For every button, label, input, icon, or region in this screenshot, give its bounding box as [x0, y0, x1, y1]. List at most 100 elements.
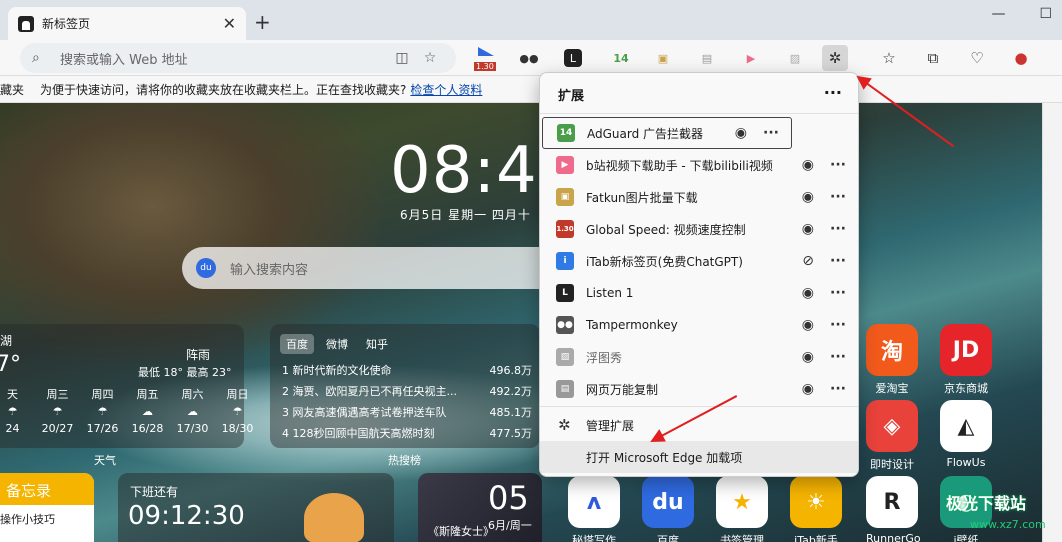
- app-mita[interactable]: ʌ秘塔写作猫: [568, 476, 620, 542]
- menu-more-button[interactable]: ···: [824, 83, 842, 102]
- performance-icon[interactable]: ♡: [964, 45, 990, 71]
- extension-item[interactable]: ▨ 浮图秀 ◉ ···: [542, 341, 858, 373]
- fatkun-toolbar-icon[interactable]: ▣: [650, 45, 676, 71]
- eye-icon[interactable]: ◉: [735, 125, 747, 141]
- weather-condition: 阵雨: [186, 348, 211, 362]
- more-options-button[interactable]: ···: [830, 381, 846, 397]
- extension-item[interactable]: ▤ 网页万能复制 ◉ ···: [542, 373, 858, 405]
- tab-title: 新标签页: [42, 17, 91, 31]
- eye-icon[interactable]: ◉: [802, 317, 814, 333]
- tab-strip: 新标签页 ✕ + — ☐: [0, 0, 1062, 40]
- extension-item[interactable]: ▣ Fatkun图片批量下载 ◉ ···: [542, 181, 858, 213]
- more-options-button[interactable]: ···: [830, 189, 846, 205]
- forecast-day: 周五 ☁ 16/28: [125, 386, 170, 437]
- favorites-icon[interactable]: ☆: [876, 45, 902, 71]
- extension-icon: ▨: [556, 348, 574, 366]
- more-options-button[interactable]: ···: [830, 157, 846, 173]
- app-itab-guide[interactable]: ☀iTab新手引导: [790, 476, 842, 542]
- maximize-button[interactable]: ☐: [1039, 6, 1052, 22]
- movie-week: 6月/周一: [488, 519, 532, 532]
- extension-name: Tampermonkey: [586, 318, 678, 332]
- list-item[interactable]: 4 128秒回顾中国航天高燃时刻 477.5万: [282, 423, 532, 444]
- tampermonkey-toolbar-icon[interactable]: ●●: [516, 45, 542, 71]
- manage-extensions-label: 管理扩展: [586, 418, 635, 433]
- tab-weibo[interactable]: 微博: [320, 334, 354, 354]
- eye-icon[interactable]: ◉: [802, 157, 814, 173]
- eye-icon[interactable]: ◉: [802, 285, 814, 301]
- mita-icon: ʌ: [568, 476, 620, 528]
- app-jishi[interactable]: ◈ 即时设计: [866, 400, 918, 472]
- new-tab-button[interactable]: +: [254, 10, 271, 34]
- rain-icon: ☂: [232, 405, 243, 418]
- copy-toolbar-icon[interactable]: ▤: [694, 45, 720, 71]
- app-runnergo[interactable]: R RunnerGo: [866, 476, 921, 542]
- extension-item[interactable]: L Listen 1 ◉ ···: [542, 277, 858, 309]
- movie-title: 《斯隆女士》: [428, 525, 494, 538]
- app-taobao[interactable]: 淘爱淘宝: [866, 324, 918, 396]
- extension-item[interactable]: i iTab新标签页(免费ChatGPT) ⊘ ···: [542, 245, 858, 277]
- extension-item[interactable]: ▶ b站视频下载助手 - 下载bilibili视频 ◉ ···: [542, 149, 858, 181]
- baidu-logo-icon[interactable]: du: [196, 258, 216, 278]
- check-profile-link[interactable]: 检查个人资料: [410, 81, 482, 98]
- adguard-toolbar-icon[interactable]: 14: [608, 45, 634, 71]
- app-baidu[interactable]: du 百度: [642, 476, 694, 542]
- more-options-button[interactable]: ···: [830, 253, 846, 269]
- favbar-label: 藏夹: [0, 82, 25, 97]
- app-jd[interactable]: JD 京东商城: [940, 324, 992, 396]
- listen1-toolbar-icon[interactable]: L: [564, 49, 582, 67]
- more-options-button[interactable]: ···: [830, 317, 846, 333]
- memo-title: 备忘录: [0, 473, 94, 505]
- extension-name: b站视频下载助手 - 下载bilibili视频: [586, 158, 773, 173]
- favorite-star-icon[interactable]: ☆: [416, 50, 444, 66]
- more-options-button[interactable]: ···: [763, 125, 779, 141]
- extension-item[interactable]: 14 AdGuard 广告拦截器 ◉ ···: [542, 117, 792, 149]
- tab-zhihu[interactable]: 知乎: [360, 334, 394, 354]
- close-icon[interactable]: ✕: [223, 14, 236, 33]
- speed-badge: 1.30: [474, 62, 496, 71]
- app-flowus[interactable]: ◭ FlowUs: [940, 400, 992, 469]
- watermark-logo: 极光下载站: [946, 494, 1027, 513]
- cat-illustration-icon: [304, 493, 364, 542]
- side-scrollbar[interactable]: [1042, 103, 1062, 542]
- search-icon: ⌕: [32, 50, 40, 66]
- more-options-button[interactable]: ···: [830, 349, 846, 365]
- profile-avatar-icon[interactable]: ●: [1008, 45, 1034, 71]
- image-toolbar-icon[interactable]: ▨: [782, 45, 808, 71]
- open-addons-item[interactable]: 打开 Microsoft Edge 加载项: [540, 441, 858, 473]
- app-bookmark[interactable]: ★ 书签管理: [716, 476, 768, 542]
- list-item[interactable]: 3 网友高速偶遇高考试卷押送车队 485.1万: [282, 402, 532, 423]
- memo-widget[interactable]: 备忘录 操作小技巧: [0, 473, 94, 542]
- extensions-puzzle-icon[interactable]: ✲: [822, 45, 848, 71]
- weather-widget[interactable]: 湖 7° 阵雨 最低 18° 最高 23° 天 ☂ 24 周三 ☂ 20/27 周四 ☂ 1…: [0, 324, 253, 448]
- more-options-button[interactable]: ···: [830, 221, 846, 237]
- minimize-button[interactable]: —: [991, 6, 1005, 22]
- eye-icon[interactable]: ◉: [802, 221, 814, 237]
- tab-baidu[interactable]: 百度: [280, 334, 314, 354]
- global-speed-toolbar-icon[interactable]: 1.30: [474, 45, 500, 71]
- eye-icon[interactable]: ◉: [802, 349, 814, 365]
- puzzle-icon: ✲: [558, 416, 571, 434]
- watermark-url: www.xz7.com: [970, 518, 1046, 531]
- list-item[interactable]: 1 新时代新的文化使命 496.8万: [282, 360, 532, 381]
- search-box[interactable]: du 输入搜索内容: [182, 247, 562, 289]
- movie-widget[interactable]: 05 6月/周一 《斯隆女士》: [418, 473, 542, 542]
- countdown-widget[interactable]: 下班还有 09:12:30: [118, 473, 394, 542]
- collections-icon[interactable]: ⧉: [920, 45, 946, 71]
- eye-icon[interactable]: ◉: [802, 381, 814, 397]
- extension-name: 网页万能复制: [586, 382, 659, 397]
- browser-toolbar: ⌕ 搜索或输入 Web 地址 ◫ ☆ 1.30 ●● L 14 ▣ ▤ ▶ ▨ …: [0, 40, 1062, 76]
- extension-item[interactable]: ●● Tampermonkey ◉ ···: [542, 309, 858, 341]
- bilibili-toolbar-icon[interactable]: ▶: [738, 45, 764, 71]
- extension-icon: i: [556, 252, 574, 270]
- split-screen-icon[interactable]: ◫: [388, 50, 416, 66]
- rain-icon: ☂: [97, 405, 108, 418]
- list-item[interactable]: 2 海贾、欧阳夏丹已不再任央视主... 492.2万: [282, 381, 532, 402]
- eye-icon[interactable]: ◉: [802, 189, 814, 205]
- address-bar[interactable]: ⌕ 搜索或输入 Web 地址 ◫ ☆: [20, 43, 456, 73]
- eye-hidden-icon[interactable]: ⊘: [802, 253, 814, 269]
- tab-new-tab[interactable]: 新标签页 ✕: [8, 7, 246, 40]
- bookmark-star-icon: ★: [716, 476, 768, 528]
- more-options-button[interactable]: ···: [830, 285, 846, 301]
- extension-item[interactable]: 1.30 Global Speed: 视频速度控制 ◉ ···: [542, 213, 858, 245]
- forecast-day: 周四 ☂ 17/26: [80, 386, 125, 437]
